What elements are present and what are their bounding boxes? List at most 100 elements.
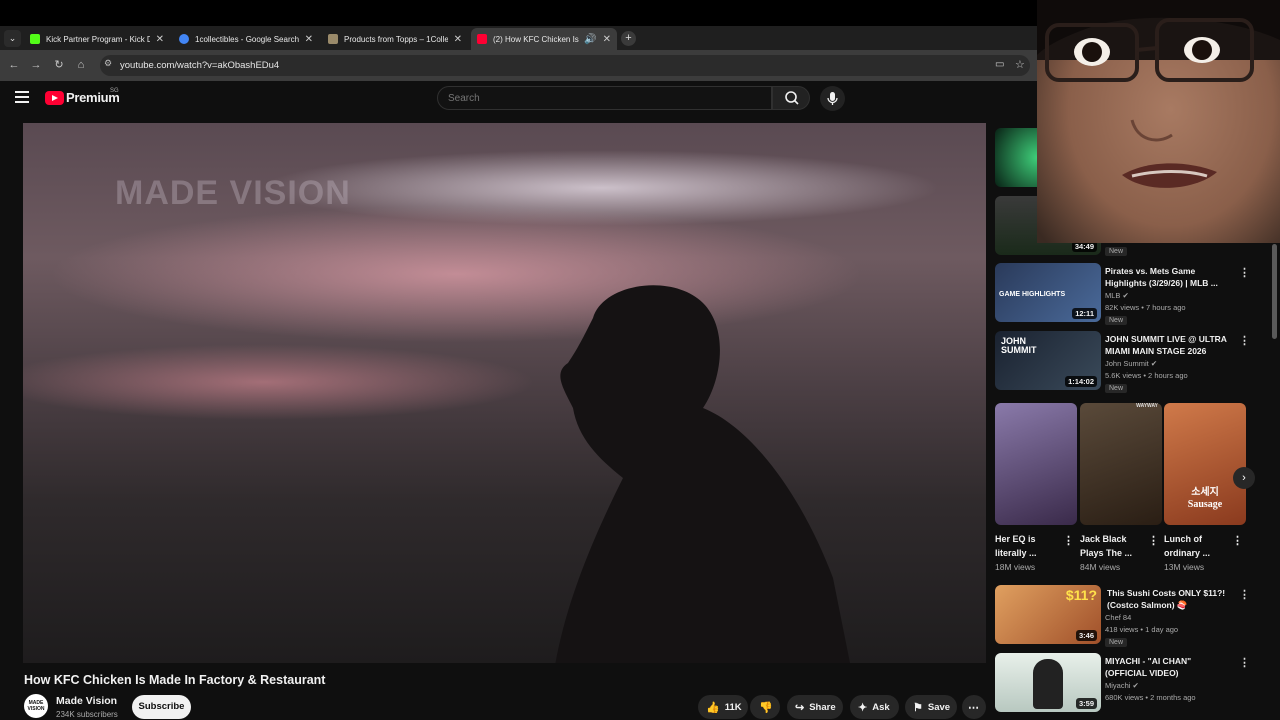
video-watermark: MADE VISION: [115, 174, 351, 212]
video-title[interactable]: JOHN SUMMIT LIVE @ ULTRA MIAMI MAIN STAG…: [1105, 333, 1230, 357]
channel-name[interactable]: MLB ✔: [1105, 291, 1129, 300]
video-thumbnail[interactable]: 3:59: [995, 653, 1101, 712]
sparkle-icon: ✦: [858, 701, 868, 714]
video-title[interactable]: This Sushi Costs ONLY $11?! (Costco Salm…: [1107, 587, 1232, 611]
video-player[interactable]: MADE VISION: [23, 123, 986, 663]
ask-button[interactable]: ✦ Ask: [850, 695, 899, 719]
more-vertical-icon[interactable]: ⋮: [1148, 534, 1159, 547]
video-meta: 82K views • 7 hours ago: [1105, 303, 1186, 312]
dislike-button[interactable]: 👎: [750, 695, 780, 719]
home-icon[interactable]: ⌂: [73, 57, 89, 73]
video-frame-silhouette: [555, 285, 850, 663]
new-tab-button[interactable]: +: [621, 31, 636, 46]
more-actions-button[interactable]: ⋯: [962, 695, 986, 719]
save-button[interactable]: ⚑ Save: [905, 695, 957, 719]
new-badge: New: [1105, 384, 1128, 393]
list-item[interactable]: JOHN SUMMIT 1:14:02 JOHN SUMMIT LIVE @ U…: [995, 331, 1255, 393]
short-title[interactable]: Her EQ is literally ...: [995, 532, 1057, 560]
more-vertical-icon[interactable]: ⋮: [1239, 656, 1250, 669]
shorts-next-button[interactable]: ›: [1233, 467, 1255, 489]
thumbs-down-icon: 👎: [759, 701, 773, 714]
close-icon[interactable]: ✕: [305, 34, 313, 45]
more-vertical-icon[interactable]: ⋮: [1063, 534, 1074, 547]
tab-title: 1collectibles - Google Search: [195, 34, 299, 44]
video-thumbnail[interactable]: GAME HIGHLIGHTS 12:11: [995, 263, 1101, 322]
bookmark-star-icon[interactable]: ☆: [1015, 58, 1025, 71]
share-icon: ↪: [795, 701, 805, 714]
verified-icon: ✔: [1150, 359, 1158, 368]
forward-icon[interactable]: →: [28, 57, 44, 73]
channel-avatar[interactable]: MADE VISION: [24, 694, 48, 718]
search-input[interactable]: [437, 86, 772, 110]
tab-kick[interactable]: Kick Partner Program - Kick Da ✕: [24, 28, 170, 50]
tab-search-button[interactable]: ⌄: [4, 30, 21, 47]
channel-name[interactable]: Made Vision: [56, 695, 117, 707]
video-duration: 1:14:02: [1065, 376, 1097, 387]
video-title[interactable]: MIYACHI - "AI CHAN" (OFFICIAL VIDEO): [1105, 655, 1230, 679]
channel-name[interactable]: John Summit ✔: [1105, 359, 1157, 368]
new-badge: New: [1105, 638, 1128, 647]
audio-icon[interactable]: 🔊: [584, 34, 596, 45]
tab-youtube[interactable]: (2) How KFC Chicken Is Ma 🔊 ✕: [471, 28, 617, 50]
video-duration: 3:46: [1075, 630, 1097, 641]
video-thumbnail[interactable]: JOHN SUMMIT 1:14:02: [995, 331, 1101, 390]
subscriber-count: 234K subscribers: [56, 710, 118, 719]
video-title: How KFC Chicken Is Made In Factory & Res…: [24, 673, 326, 687]
topps-favicon-icon: [328, 34, 338, 44]
channel-name[interactable]: Miyachi ✔: [1105, 681, 1139, 690]
face-illustration: [1037, 0, 1280, 188]
share-label: Share: [809, 701, 836, 713]
video-thumbnail[interactable]: $11? 3:46: [995, 585, 1101, 644]
voice-search-button[interactable]: [820, 86, 845, 111]
short-thumbnail[interactable]: [995, 403, 1077, 525]
thumbnail-text: GAME HIGHLIGHTS: [999, 291, 1066, 298]
new-badge: New: [1105, 316, 1128, 325]
more-vertical-icon[interactable]: ⋮: [1239, 266, 1250, 279]
share-button[interactable]: ↪ Share: [787, 695, 843, 719]
channel-name[interactable]: Chef 84: [1105, 613, 1131, 622]
short-item[interactable]: 소세지 Sausage Lunch of ordinary ... 13M vi…: [1164, 403, 1246, 572]
verified-icon: ✔: [1132, 681, 1139, 690]
list-item[interactable]: $11? 3:46 This Sushi Costs ONLY $11?! (C…: [995, 585, 1255, 647]
menu-icon[interactable]: [15, 91, 29, 103]
close-icon[interactable]: ✕: [156, 34, 164, 45]
webcam-overlay: [1037, 0, 1280, 243]
save-label: Save: [927, 701, 951, 713]
close-icon[interactable]: ✕: [603, 34, 611, 45]
list-item[interactable]: GAME HIGHLIGHTS 12:11 Pirates vs. Mets G…: [995, 263, 1255, 325]
close-icon[interactable]: ✕: [454, 34, 462, 45]
tab-topps[interactable]: Products from Topps – 1Collect ✕: [322, 28, 468, 50]
scrollbar[interactable]: [1272, 244, 1277, 339]
more-horizontal-icon: ⋯: [968, 701, 979, 714]
reload-icon[interactable]: ↻: [51, 57, 67, 73]
list-item[interactable]: 3:59 MIYACHI - "AI CHAN" (OFFICIAL VIDEO…: [995, 653, 1255, 713]
thumbnail-figure: [1033, 659, 1063, 709]
short-thumbnail[interactable]: WAYWAY: [1080, 403, 1162, 525]
short-thumbnail[interactable]: 소세지 Sausage: [1164, 403, 1246, 525]
short-title[interactable]: Jack Black Plays The ...: [1080, 532, 1142, 560]
thumbnail-text: JOHN SUMMIT: [1001, 336, 1037, 355]
short-title[interactable]: Lunch of ordinary ...: [1164, 532, 1226, 560]
microphone-icon: [827, 92, 838, 105]
site-info-icon[interactable]: ⚙: [104, 58, 112, 69]
tab-google[interactable]: 1collectibles - Google Search ✕: [173, 28, 319, 50]
tab-title: (2) How KFC Chicken Is Ma: [493, 34, 580, 44]
video-title[interactable]: Pirates vs. Mets Game Highlights (3/29/2…: [1105, 265, 1230, 289]
thumbnail-text: $11?: [1065, 587, 1097, 603]
short-watermark: WAYWAY: [1136, 403, 1158, 409]
short-item[interactable]: Her EQ is literally ... 18M views ⋮: [995, 403, 1077, 572]
short-item[interactable]: WAYWAY Jack Black Plays The ... 84M view…: [1080, 403, 1162, 572]
search-button[interactable]: [772, 86, 810, 110]
more-vertical-icon[interactable]: ⋮: [1232, 534, 1243, 547]
google-favicon-icon: [179, 34, 189, 44]
like-button[interactable]: 👍 11K: [698, 695, 748, 719]
more-vertical-icon[interactable]: ⋮: [1239, 588, 1250, 601]
youtube-logo-icon[interactable]: [45, 91, 64, 105]
ask-label: Ask: [872, 701, 890, 713]
more-vertical-icon[interactable]: ⋮: [1239, 334, 1250, 347]
subscribe-button[interactable]: Subscribe: [132, 695, 191, 719]
install-app-icon[interactable]: ▭: [995, 59, 1004, 70]
back-icon[interactable]: ←: [6, 57, 22, 73]
video-meta: 5.6K views • 2 hours ago: [1105, 371, 1188, 380]
short-views: 18M views: [995, 562, 1036, 572]
